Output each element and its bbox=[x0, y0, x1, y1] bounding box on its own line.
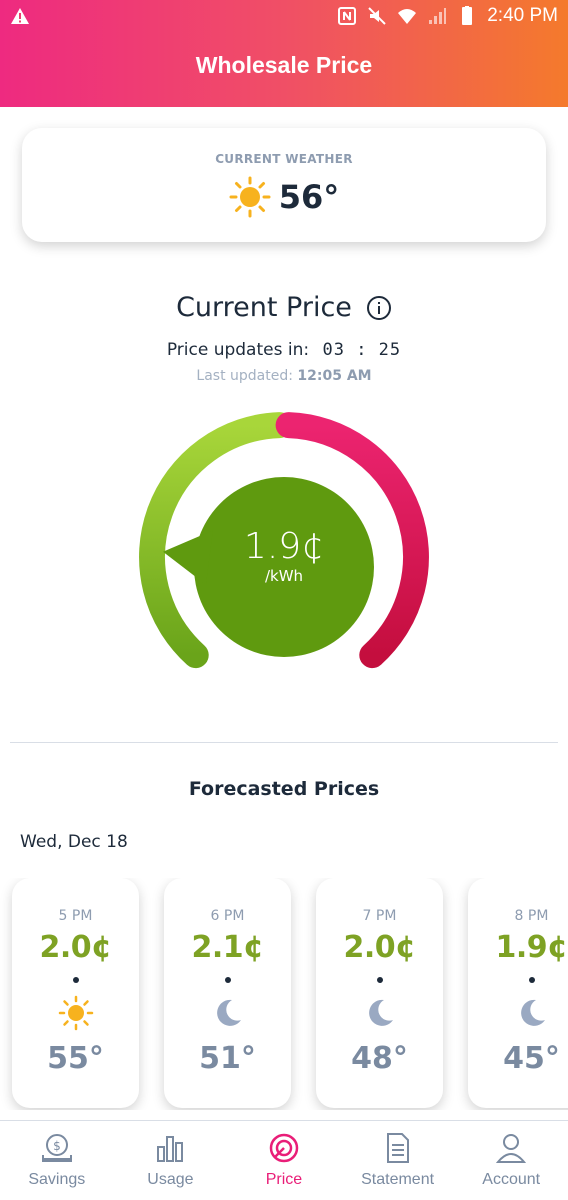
status-time: 2:40 PM bbox=[487, 5, 558, 26]
forecast-title: Forecasted Prices bbox=[188, 778, 380, 800]
forecast-carousel[interactable]: 5 PM 2.0¢ 55° 6 PM 2.1¢ 51° 7 PM 2.0¢ 48… bbox=[0, 878, 568, 1110]
weather-label: CURRENT WEATHER bbox=[215, 152, 353, 166]
nav-label: Price bbox=[265, 1171, 303, 1188]
forecast-price: 2.0¢ bbox=[343, 930, 416, 965]
price-icon bbox=[269, 1133, 299, 1163]
current-price-title: Current Price bbox=[176, 292, 352, 323]
gauge-readout: 1.9¢ /kWh bbox=[194, 526, 374, 585]
last-updated-time: 12:05 AM bbox=[297, 368, 372, 384]
last-updated-row: Last updated: 12:05 AM bbox=[0, 368, 568, 384]
current-price-unit: /kWh bbox=[264, 567, 304, 585]
forecast-dot bbox=[528, 977, 535, 983]
forecast-dot bbox=[224, 977, 231, 983]
signal-icon bbox=[429, 8, 447, 24]
forecast-time: 5 PM bbox=[58, 908, 93, 924]
forecast-card[interactable]: 5 PM 2.0¢ 55° bbox=[12, 878, 139, 1108]
status-bar: 2:40 PM bbox=[0, 0, 568, 34]
forecast-temp: 51° bbox=[199, 1041, 256, 1076]
forecast-price: 1.9¢ bbox=[495, 930, 568, 965]
forecast-price: 2.1¢ bbox=[191, 930, 264, 965]
statement-icon bbox=[386, 1133, 409, 1163]
last-updated-label: Last updated: bbox=[196, 368, 293, 384]
nav-usage[interactable]: Usage bbox=[114, 1121, 228, 1200]
forecast-card[interactable]: 6 PM 2.1¢ 51° bbox=[164, 878, 291, 1108]
battery-icon bbox=[462, 6, 473, 25]
info-icon[interactable] bbox=[366, 295, 392, 321]
bottom-nav: $ Savings Usage Price Statement Account bbox=[0, 1120, 568, 1200]
nav-label: Account bbox=[482, 1171, 541, 1188]
page-title: Wholesale Price bbox=[195, 52, 373, 78]
nav-label: Statement bbox=[361, 1171, 435, 1188]
moon-icon bbox=[216, 999, 241, 1026]
forecast-dot bbox=[376, 977, 383, 983]
forecast-time: 7 PM bbox=[362, 908, 397, 924]
nav-label: Usage bbox=[147, 1171, 194, 1188]
nav-account[interactable]: Account bbox=[454, 1121, 568, 1200]
current-price-heading: Current Price bbox=[0, 292, 568, 323]
warning-icon bbox=[11, 8, 29, 24]
account-icon bbox=[496, 1134, 527, 1163]
current-weather-card: CURRENT WEATHER 56° bbox=[22, 128, 546, 242]
app-header: 2:40 PM Wholesale Price bbox=[0, 0, 568, 107]
savings-icon: $ bbox=[41, 1134, 72, 1162]
section-divider bbox=[10, 742, 558, 743]
svg-text:$: $ bbox=[53, 1139, 61, 1153]
forecast-price: 2.0¢ bbox=[39, 930, 112, 965]
forecast-temp: 48° bbox=[351, 1041, 408, 1076]
nav-statement[interactable]: Statement bbox=[341, 1121, 455, 1200]
nav-price[interactable]: Price bbox=[227, 1121, 341, 1200]
forecast-dot bbox=[72, 977, 79, 983]
weather-temp: 56° bbox=[278, 178, 340, 216]
nav-savings[interactable]: $ Savings bbox=[0, 1121, 114, 1200]
current-price-value: 1.9¢ bbox=[243, 526, 325, 567]
forecast-time: 6 PM bbox=[210, 908, 245, 924]
mute-icon bbox=[368, 7, 386, 25]
moon-icon bbox=[520, 999, 545, 1026]
nav-label: Savings bbox=[28, 1171, 86, 1188]
price-countdown: 03 : 25 bbox=[322, 340, 402, 360]
price-updates-label: Price updates in: bbox=[166, 340, 310, 360]
nfc-icon bbox=[338, 7, 357, 25]
forecast-card[interactable]: 7 PM 2.0¢ 48° bbox=[316, 878, 443, 1108]
forecast-card[interactable]: 8 PM 1.9¢ 45° bbox=[468, 878, 568, 1108]
forecast-date: Wed, Dec 18 bbox=[20, 832, 128, 852]
usage-icon bbox=[157, 1136, 184, 1162]
price-update-row: Price updates in: 03 : 25 bbox=[0, 340, 568, 360]
moon-icon bbox=[368, 999, 393, 1026]
forecast-temp: 45° bbox=[503, 1041, 560, 1076]
wifi-icon bbox=[398, 9, 417, 24]
forecast-time: 8 PM bbox=[514, 908, 549, 924]
forecast-temp: 55° bbox=[47, 1041, 104, 1076]
sun-icon bbox=[229, 176, 271, 218]
sun-icon bbox=[58, 995, 93, 1031]
